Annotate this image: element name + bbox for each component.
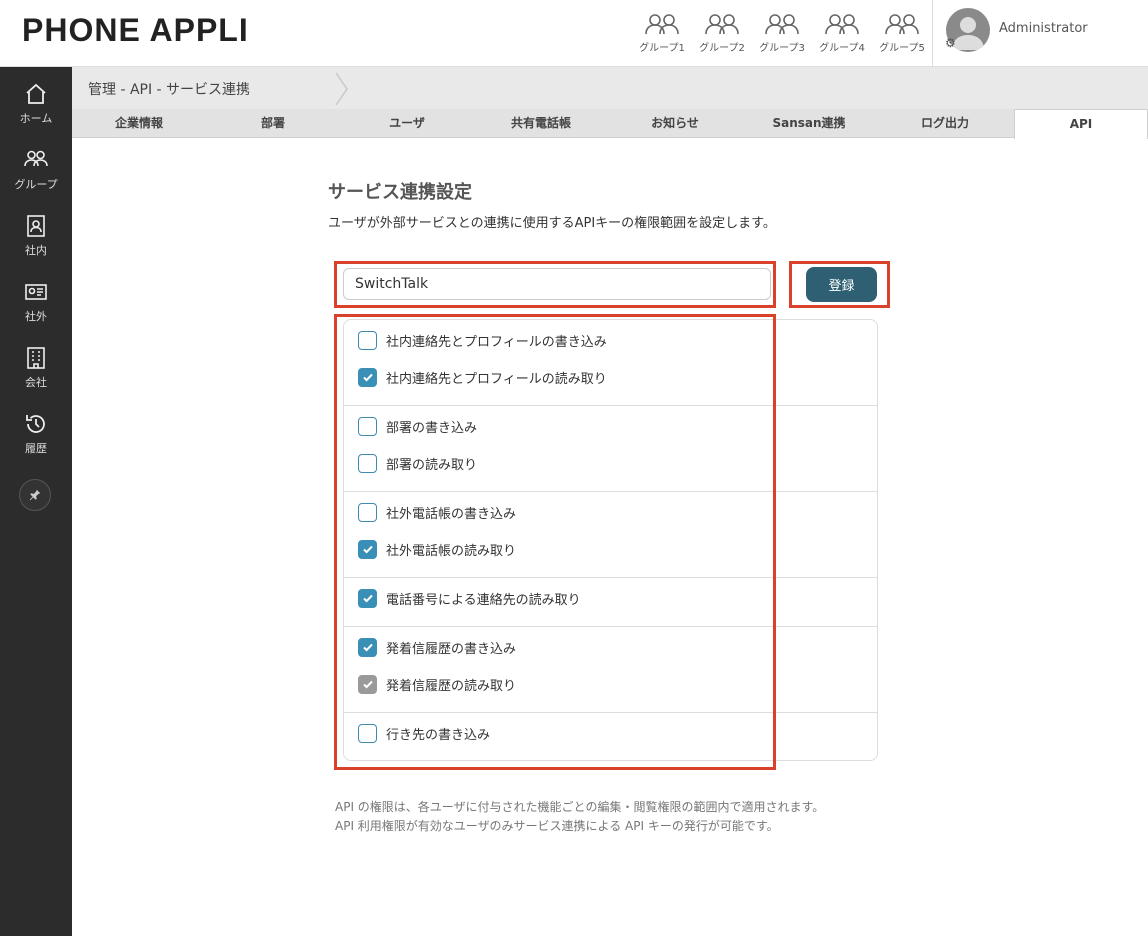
group-shortcut-3[interactable]: グループ3	[752, 12, 812, 58]
sidebar: ホーム グループ 社内 社外 会社 履歴	[0, 67, 72, 936]
group-shortcut-label: グループ2	[699, 43, 745, 54]
sidebar-item-label: 履歴	[25, 442, 47, 455]
building-icon	[27, 347, 45, 369]
settings-gear-icon[interactable]: ⚙	[945, 36, 956, 50]
group-icon	[705, 14, 739, 35]
tab-shared-phonebook[interactable]: 共有電話帳	[474, 109, 608, 138]
sidebar-item-external[interactable]: 社外	[0, 280, 72, 340]
tab-company-info[interactable]: 企業情報	[72, 109, 206, 138]
group-icon	[765, 14, 799, 35]
sidebar-item-company[interactable]: 会社	[0, 346, 72, 406]
group-shortcut-5[interactable]: グループ5	[872, 12, 932, 58]
group-shortcut-label: グループ1	[639, 43, 685, 54]
page-description: ユーザが外部サービスとの連携に使用するAPIキーの権限範囲を設定します。	[328, 216, 776, 231]
tab-sansan[interactable]: Sansan連携	[742, 109, 876, 138]
sidebar-item-label: 社外	[25, 310, 47, 323]
group-shortcut-label: グループ3	[759, 43, 805, 54]
group-shortcut-4[interactable]: グループ4	[812, 12, 872, 58]
group-icon	[825, 14, 859, 35]
sidebar-item-label: 社内	[25, 244, 47, 257]
note-line: API の権限は、各ユーザに付与された機能ごとの編集・閲覧権限の範囲内で適用され…	[335, 800, 825, 814]
group-shortcut-label: グループ5	[879, 43, 925, 54]
highlight-register-button	[789, 261, 890, 308]
tab-notices[interactable]: お知らせ	[608, 109, 742, 138]
note-line: API 利用権限が有効なユーザのみサービス連携による API キーの発行が可能で…	[335, 819, 779, 833]
sidebar-item-internal[interactable]: 社内	[0, 214, 72, 274]
tab-api[interactable]: API	[1014, 109, 1148, 139]
sidebar-item-label: ホーム	[19, 112, 53, 125]
app-logo[interactable]: PHONE APPLI	[22, 12, 249, 49]
tab-log-export[interactable]: ログ出力	[876, 109, 1014, 138]
sidebar-item-label: 会社	[25, 376, 47, 389]
sidebar-item-home[interactable]: ホーム	[0, 82, 72, 142]
tab-departments[interactable]: 部署	[206, 109, 340, 138]
group-shortcut-2[interactable]: グループ2	[692, 12, 752, 58]
sidebar-item-group[interactable]: グループ	[0, 148, 72, 208]
group-shortcut-label: グループ4	[819, 43, 865, 54]
chevron-right-icon	[335, 72, 348, 106]
id-card-icon	[25, 284, 47, 300]
app-header: PHONE APPLI グループ1 グループ2 グループ3 グループ4 グループ…	[0, 0, 1148, 67]
breadcrumb-bar: 管理 - API - サービス連携	[72, 67, 1148, 109]
page-title: サービス連携設定	[328, 182, 472, 203]
group-shortcuts: グループ1 グループ2 グループ3 グループ4 グループ5	[632, 12, 932, 58]
admin-tabs: 企業情報 部署 ユーザ 共有電話帳 お知らせ Sansan連携 ログ出力 API	[72, 109, 1148, 139]
pin-sidebar-button[interactable]	[19, 479, 51, 511]
breadcrumb: 管理 - API - サービス連携	[88, 82, 251, 98]
history-icon	[26, 415, 45, 433]
group-shortcut-1[interactable]: グループ1	[632, 12, 692, 58]
group-icon	[645, 14, 679, 35]
group-icon	[24, 150, 48, 167]
header-divider	[932, 0, 933, 67]
group-icon	[885, 14, 919, 35]
sidebar-item-label: グループ	[14, 178, 58, 191]
highlight-service-name	[334, 261, 776, 308]
highlight-permissions	[334, 314, 776, 770]
pin-icon	[29, 489, 41, 501]
tab-users[interactable]: ユーザ	[340, 109, 474, 138]
home-icon	[26, 83, 46, 104]
contact-book-icon	[27, 215, 45, 237]
sidebar-item-history[interactable]: 履歴	[0, 412, 72, 472]
user-name[interactable]: Administrator	[999, 21, 1088, 36]
